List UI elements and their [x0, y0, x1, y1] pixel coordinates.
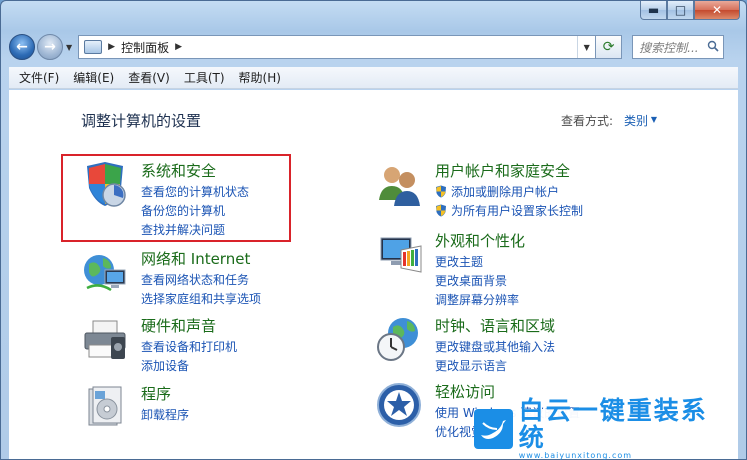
menu-view[interactable]: 查看(V)	[122, 69, 176, 86]
maximize-button[interactable]: □	[667, 1, 694, 20]
address-bar[interactable]: ▶ 控制面板 ▶ ▼	[78, 35, 597, 59]
link-add-remove-accounts[interactable]: 添加或删除用户帐户	[435, 182, 583, 201]
caption-buttons: ▬ □ ✕	[640, 1, 740, 21]
menu-bar: 文件(F) 编辑(E) 查看(V) 工具(T) 帮助(H)	[9, 67, 738, 89]
link-devices-printers[interactable]: 查看设备和打印机	[141, 337, 237, 356]
page-title: 调整计算机的设置	[81, 112, 202, 130]
link-parental-controls[interactable]: 为所有用户设置家长控制	[435, 201, 583, 220]
menu-tools[interactable]: 工具(T)	[178, 69, 231, 86]
address-dropdown-icon[interactable]: ▼	[577, 36, 595, 58]
menu-edit[interactable]: 编辑(E)	[67, 69, 120, 86]
control-panel-icon	[84, 40, 103, 54]
content-pane: 调整计算机的设置 查看方式: 类别 ▼ 系统和安全 查看您的计算机状态 备份您的…	[9, 90, 738, 460]
menu-file[interactable]: 文件(F)	[13, 69, 65, 86]
forward-button[interactable]: →	[37, 34, 63, 60]
refresh-button[interactable]: ⟳	[596, 35, 623, 59]
category-title[interactable]: 时钟、语言和区域	[435, 315, 555, 336]
category-title[interactable]: 用户帐户和家庭安全	[435, 160, 570, 181]
link-network-status[interactable]: 查看网络状态和任务	[141, 270, 261, 289]
search-icon[interactable]	[707, 40, 719, 52]
link-display-language[interactable]: 更改显示语言	[435, 356, 555, 375]
search-input[interactable]: 搜索控制...	[632, 35, 725, 59]
back-button[interactable]: ←	[9, 34, 35, 60]
view-by-dropdown[interactable]: 类别	[624, 112, 648, 129]
link-screen-resolution[interactable]: 调整屏幕分辨率	[435, 290, 519, 309]
programs-icon[interactable]	[81, 383, 129, 431]
recent-pages-dropdown[interactable]: ▼	[66, 43, 72, 52]
uac-shield-icon	[436, 185, 446, 198]
breadcrumb-control-panel[interactable]: 控制面板	[121, 39, 169, 56]
navigation-bar: ← → ▼ ▶ 控制面板 ▶ ▼ ⟳ 搜索控制...	[9, 31, 738, 63]
category-title[interactable]: 程序	[141, 383, 171, 404]
search-placeholder: 搜索控制...	[639, 40, 699, 55]
bird-logo-icon	[474, 409, 513, 449]
clock-globe-icon[interactable]	[375, 315, 423, 363]
close-button[interactable]: ✕	[694, 1, 740, 20]
link-desktop-background[interactable]: 更改桌面背景	[435, 271, 519, 290]
link-keyboard-input[interactable]: 更改键盘或其他输入法	[435, 337, 555, 356]
category-title[interactable]: 网络和 Internet	[141, 248, 250, 269]
category-title[interactable]: 轻松访问	[435, 381, 495, 402]
highlight-box	[61, 154, 291, 242]
link-uninstall-program[interactable]: 卸载程序	[141, 405, 189, 424]
watermark-name: 白云一键重装系统	[518, 396, 708, 452]
window-frame: ▬ □ ✕ ← → ▼ ▶ 控制面板 ▶ ▼ ⟳ 搜索控制... 文件(F) 编…	[0, 0, 747, 460]
category-title[interactable]: 外观和个性化	[435, 230, 525, 251]
network-globe-icon[interactable]	[81, 248, 129, 296]
printer-icon[interactable]	[81, 315, 129, 363]
view-by-label: 查看方式:	[560, 114, 613, 128]
link-change-theme[interactable]: 更改主题	[435, 252, 519, 271]
category-title[interactable]: 硬件和声音	[141, 315, 216, 336]
view-by-arrow-icon[interactable]: ▼	[651, 115, 657, 124]
link-homegroup-sharing[interactable]: 选择家庭组和共享选项	[141, 289, 261, 308]
users-icon[interactable]	[375, 160, 423, 208]
minimize-button[interactable]: ▬	[640, 1, 667, 20]
watermark-url: www.baiyunxitong.com	[518, 451, 633, 460]
breadcrumb-separator-trail[interactable]: ▶	[175, 42, 182, 52]
breadcrumb-separator[interactable]: ▶	[108, 42, 115, 52]
uac-shield-icon	[436, 204, 446, 217]
link-add-device[interactable]: 添加设备	[141, 356, 237, 375]
watermark: 白云一键重装系统 www.baiyunxitong.com	[474, 397, 728, 460]
ease-of-access-icon[interactable]	[375, 381, 423, 429]
menu-help[interactable]: 帮助(H)	[233, 69, 287, 86]
appearance-icon[interactable]	[375, 230, 423, 278]
